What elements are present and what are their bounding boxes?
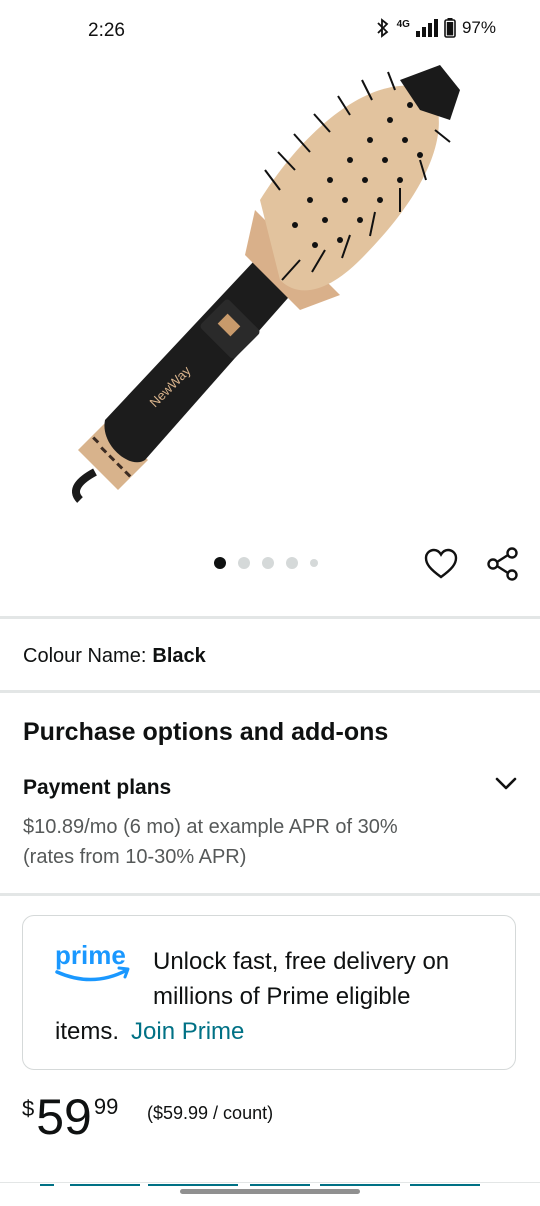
- carousel-dot[interactable]: [286, 557, 298, 569]
- carousel-dot[interactable]: [262, 557, 274, 569]
- prime-message: Unlock fast, free delivery on millions o…: [153, 948, 450, 1010]
- colour-row[interactable]: Colour Name: Black: [23, 645, 206, 668]
- prime-promo-card[interactable]: prime Unlock fast, free delivery on mill…: [22, 915, 516, 1070]
- carousel-dot[interactable]: [238, 557, 250, 569]
- price-per-unit: ($59.99 / count): [147, 1103, 274, 1123]
- status-bar: 2:26 4G 97%: [0, 0, 540, 62]
- status-time: 2:26: [88, 20, 125, 41]
- price-fraction: 99: [93, 1094, 119, 1119]
- prime-logo: prime: [55, 940, 130, 982]
- carousel-dot[interactable]: [310, 559, 318, 567]
- price-whole: 59: [36, 1089, 92, 1145]
- signal-icon: [415, 19, 438, 37]
- cut-off-text: [30, 1176, 510, 1186]
- product-image[interactable]: NewWay: [50, 60, 490, 510]
- divider: [0, 616, 540, 619]
- share-icon[interactable]: [484, 545, 522, 583]
- divider: [0, 1182, 540, 1183]
- prime-message-end: items.: [55, 1018, 120, 1045]
- status-icons: 4G 97%: [375, 18, 496, 38]
- carousel-indicator[interactable]: [214, 557, 318, 569]
- svg-text:prime: prime: [55, 940, 126, 970]
- bluetooth-icon: [376, 18, 388, 38]
- colour-label: Colour Name:: [23, 645, 147, 667]
- network-type: 4G: [396, 18, 410, 30]
- divider: [0, 690, 540, 693]
- join-prime-link[interactable]: Join Prime: [131, 1018, 244, 1045]
- prime-message-tail: items. Join Prime: [55, 1014, 244, 1049]
- battery-icon: [444, 18, 456, 38]
- price-currency: $: [22, 1096, 35, 1121]
- divider: [0, 893, 540, 896]
- heart-icon[interactable]: [422, 545, 460, 583]
- home-indicator[interactable]: [180, 1189, 360, 1194]
- price: $ 59 99: [22, 1088, 118, 1146]
- carousel-dot[interactable]: [214, 557, 226, 569]
- chevron-down-icon[interactable]: [492, 770, 520, 798]
- battery-level: 97%: [461, 18, 496, 37]
- colour-value: Black: [152, 645, 206, 667]
- purchase-options-title: Purchase options and add-ons: [23, 718, 389, 746]
- payment-plans-title[interactable]: Payment plans: [23, 776, 171, 800]
- payment-plans-description: $10.89/mo (6 mo) at example APR of 30% (…: [23, 816, 398, 868]
